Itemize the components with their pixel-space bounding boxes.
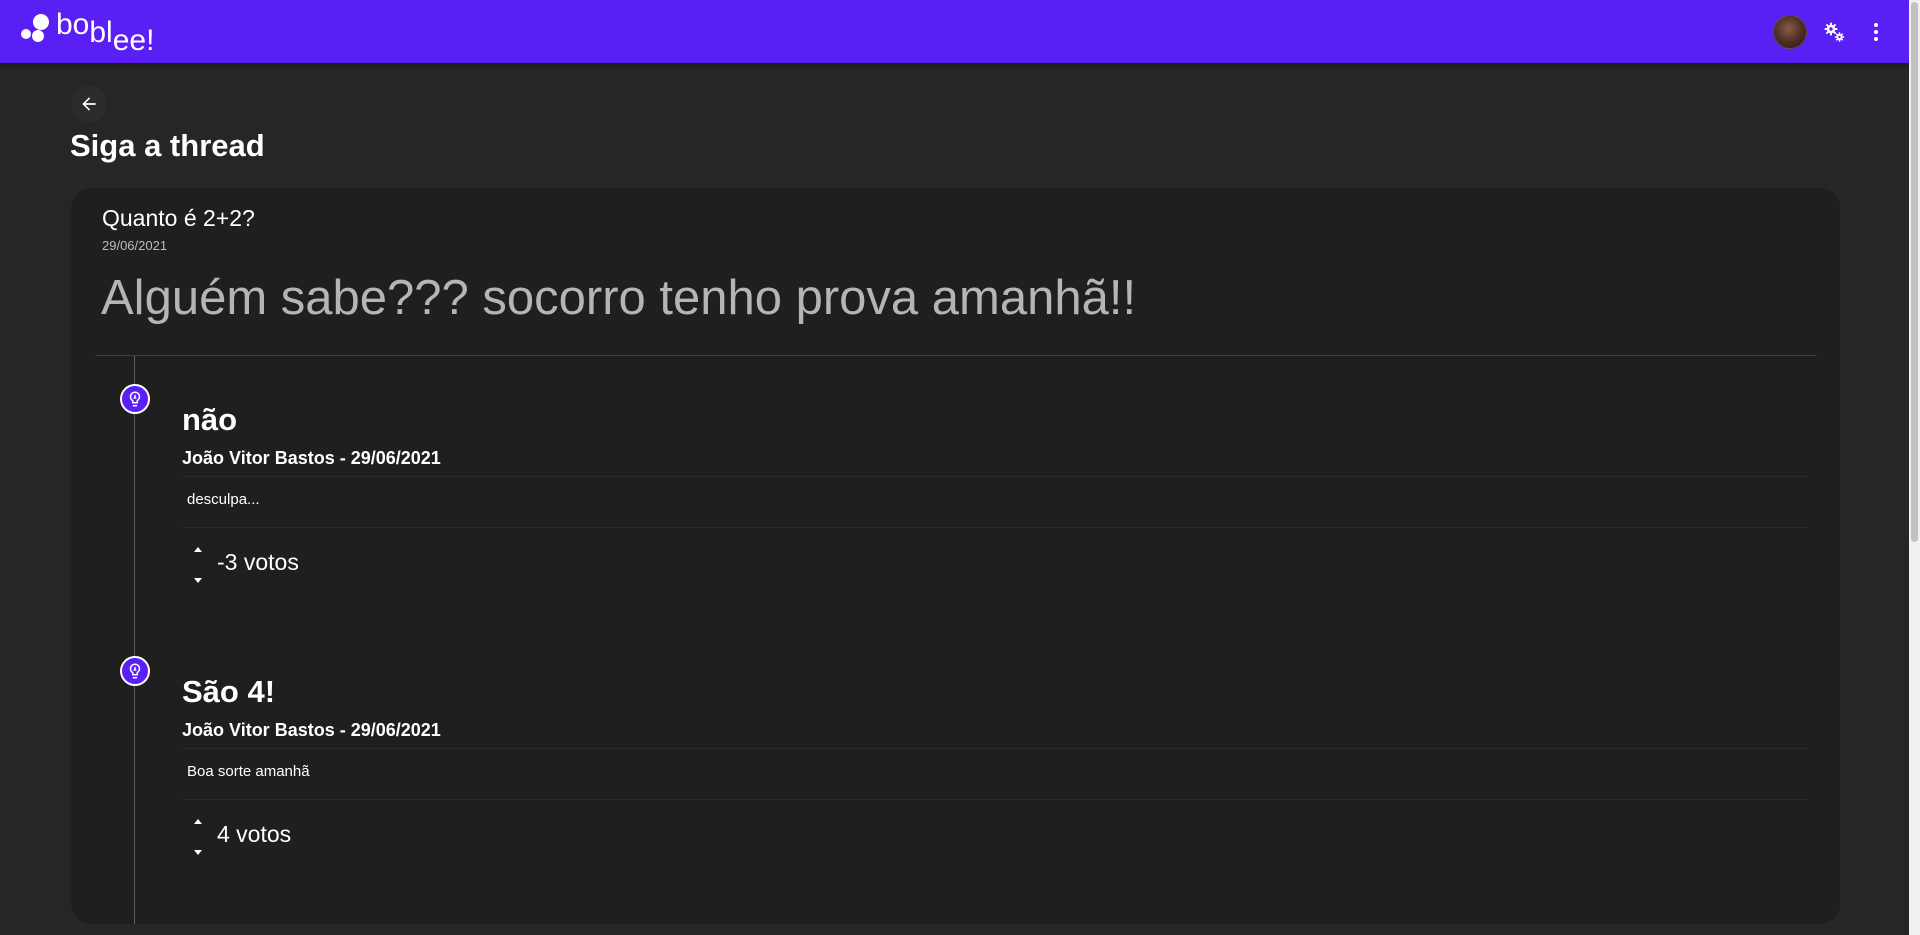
answer-content: desculpa...: [182, 476, 1807, 528]
upvote-button[interactable]: [190, 814, 206, 828]
thread-title: Quanto é 2+2?: [102, 205, 255, 231]
lightbulb-icon: [129, 663, 141, 679]
vote-count: -3 votos: [217, 549, 299, 575]
thread-date: 29/06/2021: [102, 238, 168, 253]
logo-text-part: ee!: [112, 24, 155, 57]
back-button[interactable]: [71, 86, 107, 122]
answer-title: São 4!: [182, 674, 276, 709]
scrollbar-thumb[interactable]: [1911, 2, 1918, 542]
answer-item: São 4! João Vitor Bastos - 29/06/2021 Bo…: [71, 656, 1840, 896]
app-bar: boblee!: [0, 0, 1909, 63]
caret-up-icon: [194, 819, 202, 824]
gears-icon: [1824, 22, 1845, 42]
page-title: Siga a thread: [70, 128, 265, 163]
answer-meta: João Vitor Bastos - 29/06/2021: [182, 720, 441, 740]
more-vert-icon: [1874, 23, 1878, 41]
caret-up-icon: [194, 547, 202, 552]
more-options-button[interactable]: [1861, 17, 1891, 47]
logo-text: boblee!: [56, 8, 154, 56]
scrollbar-track[interactable]: [1909, 0, 1920, 935]
upvote-button[interactable]: [190, 542, 206, 556]
thread-body: Alguém sabe??? socorro tenho prova amanh…: [101, 271, 1137, 325]
divider: [95, 355, 1817, 356]
downvote-button[interactable]: [190, 574, 206, 588]
logo-text-part: bl: [89, 16, 113, 49]
settings-button[interactable]: [1819, 17, 1849, 47]
vote-controls: [190, 542, 206, 588]
vote-controls: [190, 814, 206, 860]
lightbulb-icon: [129, 391, 141, 407]
answer-content: Boa sorte amanhã: [182, 748, 1807, 800]
answer-meta: João Vitor Bastos - 29/06/2021: [182, 448, 441, 468]
caret-down-icon: [194, 850, 202, 855]
answer-badge: [120, 384, 150, 414]
logo-text-part: bo: [56, 8, 90, 41]
avatar[interactable]: [1773, 15, 1807, 49]
app-logo[interactable]: boblee!: [20, 8, 180, 56]
caret-down-icon: [194, 578, 202, 583]
downvote-button[interactable]: [190, 846, 206, 860]
vote-count: 4 votos: [217, 821, 292, 847]
arrow-left-icon: [82, 97, 96, 111]
app-bar-actions: [1773, 13, 1891, 51]
logo-dots-icon: [21, 14, 49, 42]
answer-title: não: [182, 402, 238, 437]
thread-card: Quanto é 2+2? 29/06/2021 Alguém sabe??? …: [71, 188, 1840, 924]
answer-item: não João Vitor Bastos - 29/06/2021 descu…: [71, 384, 1840, 624]
answer-badge: [120, 656, 150, 686]
